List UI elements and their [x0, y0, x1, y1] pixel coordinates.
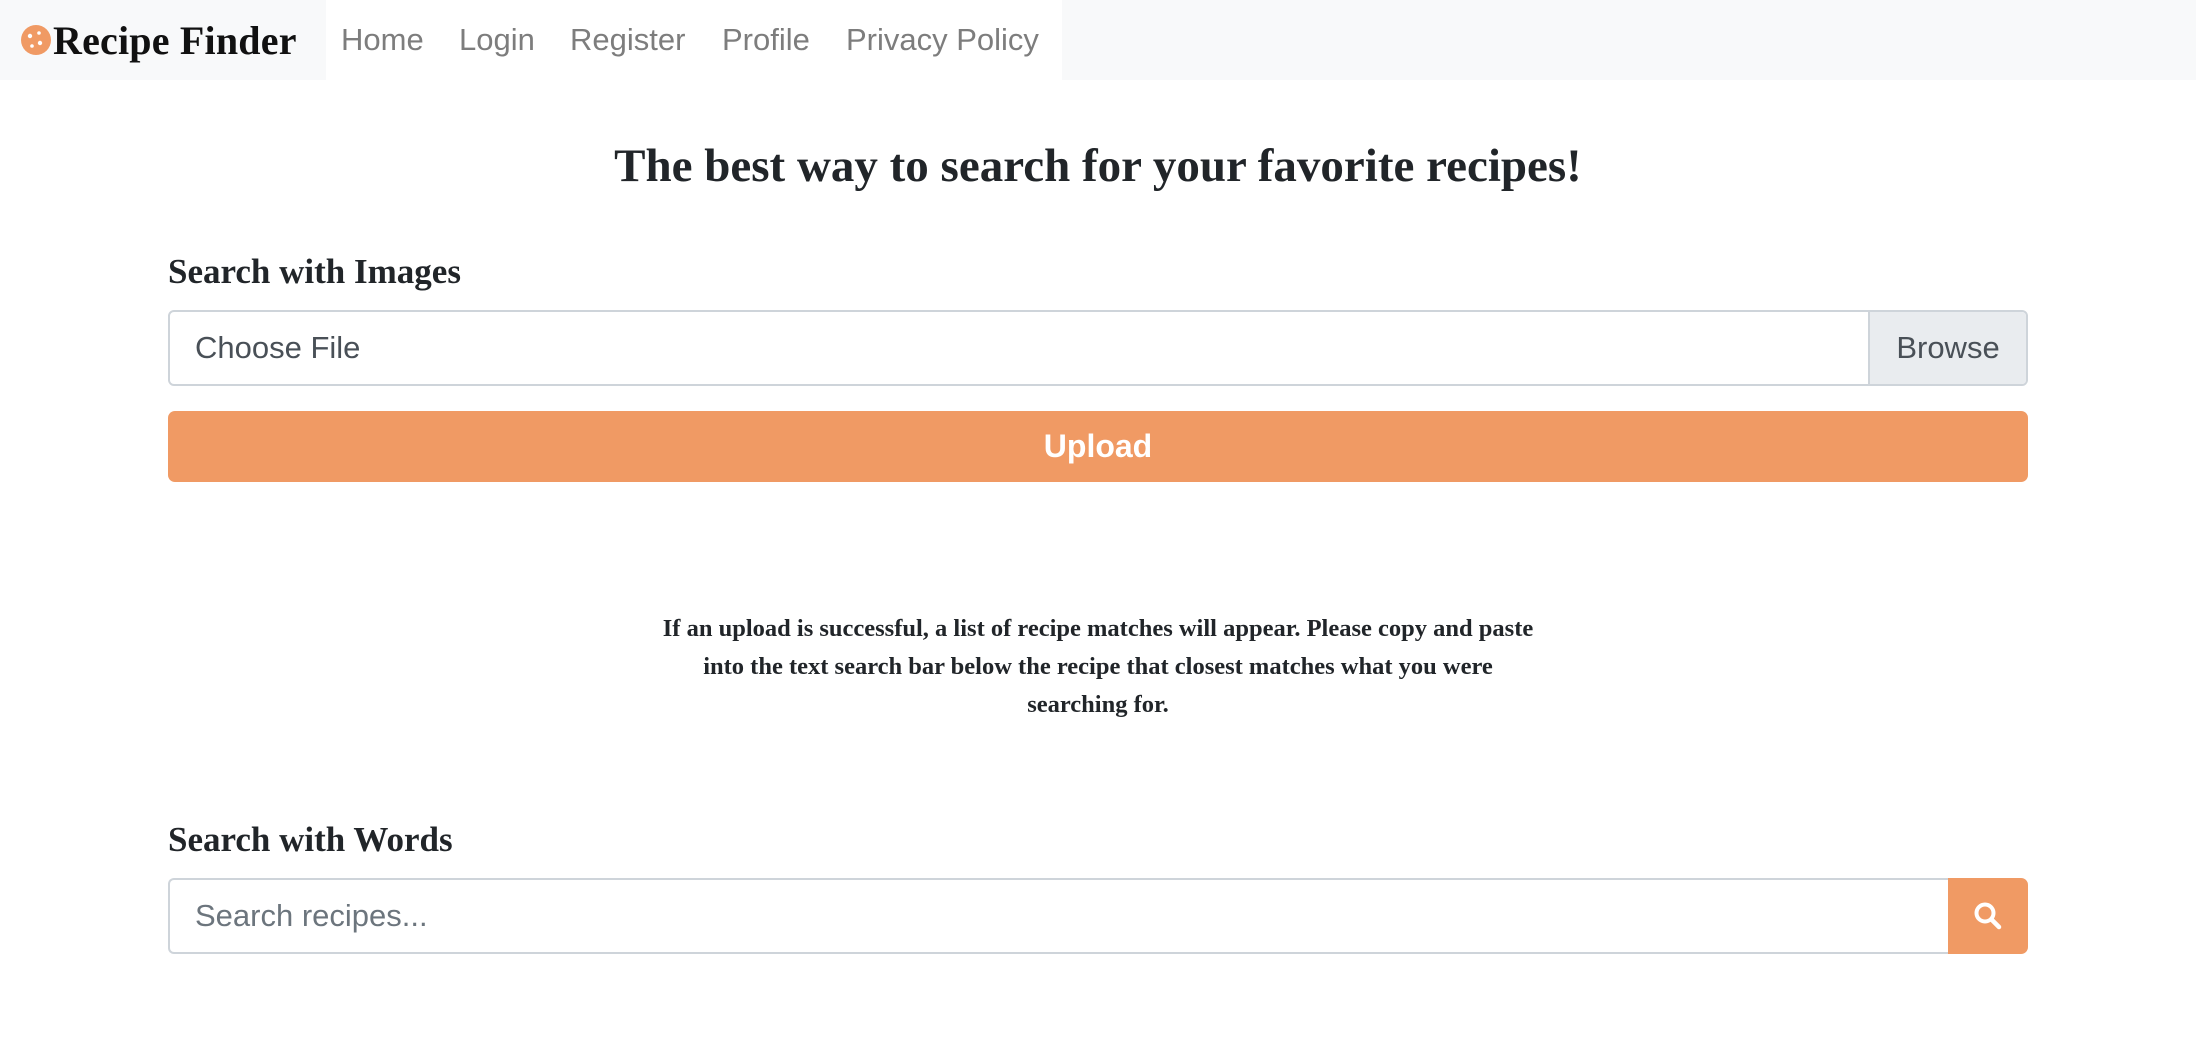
search-button[interactable]	[1948, 878, 2028, 954]
cookie-icon	[20, 24, 52, 56]
search-bar	[168, 878, 2028, 954]
search-icon	[1972, 900, 2004, 932]
nav-links: Home Login Register Profile Privacy Poli…	[326, 0, 1062, 80]
image-search-heading: Search with Images	[168, 252, 461, 291]
search-input[interactable]	[168, 878, 1948, 954]
nav-link-privacy-policy[interactable]: Privacy Policy	[846, 0, 1039, 80]
word-search-heading: Search with Words	[168, 820, 453, 859]
brand-name: Recipe Finder	[53, 17, 297, 63]
upload-info-text: If an upload is successful, a list of re…	[662, 615, 1534, 718]
nav-link-register[interactable]: Register	[570, 0, 685, 80]
nav-link-home[interactable]: Home	[341, 0, 424, 80]
nav-link-profile[interactable]: Profile	[722, 0, 810, 80]
file-input[interactable]: Choose File Browse	[168, 310, 2028, 386]
brand-link[interactable]: Recipe Finder	[0, 0, 326, 80]
upload-button[interactable]: Upload	[168, 411, 2028, 482]
nav-link-login[interactable]: Login	[459, 0, 535, 80]
navbar: Recipe Finder Home Login Register Profil…	[0, 0, 2196, 80]
file-input-label: Choose File	[195, 330, 361, 365]
browse-button[interactable]: Browse	[1868, 312, 2026, 384]
page-title: The best way to search for your favorite…	[614, 140, 1582, 192]
